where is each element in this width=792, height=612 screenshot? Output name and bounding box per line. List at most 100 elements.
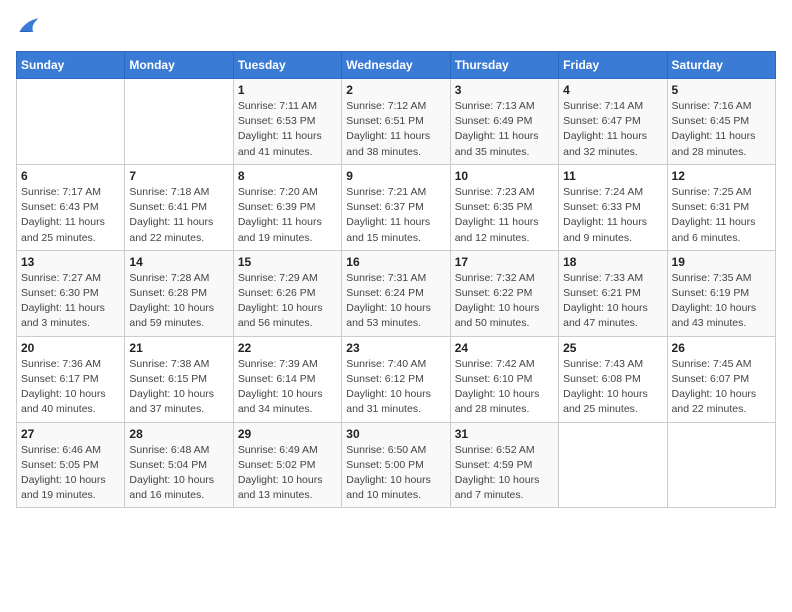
day-number: 17 — [455, 255, 554, 269]
day-detail: Sunrise: 7:14 AMSunset: 6:47 PMDaylight:… — [563, 99, 662, 160]
calendar-cell: 28 Sunrise: 6:48 AMSunset: 5:04 PMDayligh… — [125, 422, 233, 508]
day-number: 19 — [672, 255, 771, 269]
calendar-cell: 16Sunrise: 7:31 AMSunset: 6:24 PMDayligh… — [342, 250, 450, 336]
day-detail: Sunrise: 7:17 AMSunset: 6:43 PMDaylight:… — [21, 185, 120, 246]
calendar-cell: 26 Sunrise: 7:45 AMSunset: 6:07 PMDayligh… — [667, 336, 775, 422]
calendar-cell: 23 Sunrise: 7:40 AMSunset: 6:12 PMDayligh… — [342, 336, 450, 422]
day-number: 11 — [563, 169, 662, 183]
day-detail: Sunrise: 7:36 AMSunset: 6:17 PMDaylight:… — [21, 357, 120, 418]
weekday-header-wednesday: Wednesday — [342, 52, 450, 79]
day-number: 2 — [346, 83, 445, 97]
day-number: 3 — [455, 83, 554, 97]
day-detail: Sunrise: 7:32 AMSunset: 6:22 PMDaylight:… — [455, 271, 554, 332]
day-detail: Sunrise: 7:29 AMSunset: 6:26 PMDaylight:… — [238, 271, 337, 332]
calendar-cell: 3Sunrise: 7:13 AMSunset: 6:49 PMDaylight… — [450, 79, 558, 165]
day-detail: Sunrise: 7:24 AMSunset: 6:33 PMDaylight:… — [563, 185, 662, 246]
day-number: 12 — [672, 169, 771, 183]
calendar-table: SundayMondayTuesdayWednesdayThursdayFrid… — [16, 51, 776, 508]
calendar-cell: 22 Sunrise: 7:39 AMSunset: 6:14 PMDayligh… — [233, 336, 341, 422]
day-number: 1 — [238, 83, 337, 97]
day-detail: Sunrise: 7:43 AMSunset: 6:08 PMDaylight:… — [563, 357, 662, 418]
day-detail: Sunrise: 7:38 AMSunset: 6:15 PMDaylight:… — [129, 357, 228, 418]
day-detail: Sunrise: 7:16 AMSunset: 6:45 PMDaylight:… — [672, 99, 771, 160]
day-number: 30 — [346, 427, 445, 441]
calendar-cell: 8 Sunrise: 7:20 AMSunset: 6:39 PMDaylight… — [233, 164, 341, 250]
calendar-cell: 1 Sunrise: 7:11 AMSunset: 6:53 PMDaylight… — [233, 79, 341, 165]
day-detail: Sunrise: 7:40 AMSunset: 6:12 PMDaylight:… — [346, 357, 445, 418]
day-number: 18 — [563, 255, 662, 269]
day-number: 6 — [21, 169, 120, 183]
day-number: 5 — [672, 83, 771, 97]
day-detail: Sunrise: 7:45 AMSunset: 6:07 PMDaylight:… — [672, 357, 771, 418]
calendar-cell: 15Sunrise: 7:29 AMSunset: 6:26 PMDayligh… — [233, 250, 341, 336]
day-detail: Sunrise: 6:48 AMSunset: 5:04 PMDaylight:… — [129, 443, 228, 504]
calendar-cell: 9 Sunrise: 7:21 AMSunset: 6:37 PMDaylight… — [342, 164, 450, 250]
day-number: 26 — [672, 341, 771, 355]
day-detail: Sunrise: 7:21 AMSunset: 6:37 PMDaylight:… — [346, 185, 445, 246]
calendar-cell: 6 Sunrise: 7:17 AMSunset: 6:43 PMDaylight… — [17, 164, 125, 250]
calendar-cell: 7 Sunrise: 7:18 AMSunset: 6:41 PMDaylight… — [125, 164, 233, 250]
day-number: 10 — [455, 169, 554, 183]
day-detail: Sunrise: 7:23 AMSunset: 6:35 PMDaylight:… — [455, 185, 554, 246]
day-detail: Sunrise: 6:49 AMSunset: 5:02 PMDaylight:… — [238, 443, 337, 504]
day-detail: Sunrise: 7:28 AMSunset: 6:28 PMDaylight:… — [129, 271, 228, 332]
day-detail: Sunrise: 7:11 AMSunset: 6:53 PMDaylight:… — [238, 99, 337, 160]
day-number: 22 — [238, 341, 337, 355]
day-number: 13 — [21, 255, 120, 269]
calendar-cell: 25 Sunrise: 7:43 AMSunset: 6:08 PMDayligh… — [559, 336, 667, 422]
day-number: 7 — [129, 169, 228, 183]
day-number: 29 — [238, 427, 337, 441]
day-number: 27 — [21, 427, 120, 441]
day-number: 4 — [563, 83, 662, 97]
day-detail: Sunrise: 7:20 AMSunset: 6:39 PMDaylight:… — [238, 185, 337, 246]
day-detail: Sunrise: 7:12 AMSunset: 6:51 PMDaylight:… — [346, 99, 445, 160]
calendar-cell: 20 Sunrise: 7:36 AMSunset: 6:17 PMDayligh… — [17, 336, 125, 422]
calendar-week-row: 1 Sunrise: 7:11 AMSunset: 6:53 PMDaylight… — [17, 79, 776, 165]
day-detail: Sunrise: 7:39 AMSunset: 6:14 PMDaylight:… — [238, 357, 337, 418]
calendar-week-row: 13 Sunrise: 7:27 AMSunset: 6:30 PMDayligh… — [17, 250, 776, 336]
day-number: 24 — [455, 341, 554, 355]
day-detail: Sunrise: 6:50 AMSunset: 5:00 PMDaylight:… — [346, 443, 445, 504]
logo-graphic — [16, 16, 40, 41]
calendar-cell: 10 Sunrise: 7:23 AMSunset: 6:35 PMDayligh… — [450, 164, 558, 250]
weekday-header-saturday: Saturday — [667, 52, 775, 79]
calendar-week-row: 27 Sunrise: 6:46 AMSunset: 5:05 PMDayligh… — [17, 422, 776, 508]
day-number: 25 — [563, 341, 662, 355]
calendar-cell: 19Sunrise: 7:35 AMSunset: 6:19 PMDayligh… — [667, 250, 775, 336]
weekday-header-thursday: Thursday — [450, 52, 558, 79]
day-detail: Sunrise: 7:18 AMSunset: 6:41 PMDaylight:… — [129, 185, 228, 246]
calendar-cell — [125, 79, 233, 165]
day-detail: Sunrise: 7:42 AMSunset: 6:10 PMDaylight:… — [455, 357, 554, 418]
calendar-cell: 18 Sunrise: 7:33 AMSunset: 6:21 PMDayligh… — [559, 250, 667, 336]
calendar-cell — [17, 79, 125, 165]
day-detail: Sunrise: 7:25 AMSunset: 6:31 PMDaylight:… — [672, 185, 771, 246]
weekday-header-friday: Friday — [559, 52, 667, 79]
calendar-cell: 24 Sunrise: 7:42 AMSunset: 6:10 PMDayligh… — [450, 336, 558, 422]
day-detail: Sunrise: 7:27 AMSunset: 6:30 PMDaylight:… — [21, 271, 120, 332]
calendar-cell: 5 Sunrise: 7:16 AMSunset: 6:45 PMDaylight… — [667, 79, 775, 165]
day-detail: Sunrise: 7:31 AMSunset: 6:24 PMDaylight:… — [346, 271, 445, 332]
weekday-header-monday: Monday — [125, 52, 233, 79]
day-number: 23 — [346, 341, 445, 355]
calendar-cell: 11 Sunrise: 7:24 AMSunset: 6:33 PMDayligh… — [559, 164, 667, 250]
calendar-week-row: 6 Sunrise: 7:17 AMSunset: 6:43 PMDaylight… — [17, 164, 776, 250]
calendar-cell — [667, 422, 775, 508]
calendar-cell: 2 Sunrise: 7:12 AMSunset: 6:51 PMDaylight… — [342, 79, 450, 165]
calendar-cell: 29 Sunrise: 6:49 AMSunset: 5:02 PMDayligh… — [233, 422, 341, 508]
logo — [16, 16, 44, 41]
calendar-cell: 17 Sunrise: 7:32 AMSunset: 6:22 PMDayligh… — [450, 250, 558, 336]
calendar-week-row: 20 Sunrise: 7:36 AMSunset: 6:17 PMDayligh… — [17, 336, 776, 422]
calendar-cell: 30 Sunrise: 6:50 AMSunset: 5:00 PMDayligh… — [342, 422, 450, 508]
day-number: 8 — [238, 169, 337, 183]
day-number: 14 — [129, 255, 228, 269]
day-number: 31 — [455, 427, 554, 441]
day-number: 21 — [129, 341, 228, 355]
day-number: 9 — [346, 169, 445, 183]
calendar-cell: 31Sunrise: 6:52 AMSunset: 4:59 PMDayligh… — [450, 422, 558, 508]
day-detail: Sunrise: 6:46 AMSunset: 5:05 PMDaylight:… — [21, 443, 120, 504]
calendar-cell — [559, 422, 667, 508]
day-number: 20 — [21, 341, 120, 355]
day-number: 28 — [129, 427, 228, 441]
calendar-cell: 27 Sunrise: 6:46 AMSunset: 5:05 PMDayligh… — [17, 422, 125, 508]
day-detail: Sunrise: 7:33 AMSunset: 6:21 PMDaylight:… — [563, 271, 662, 332]
